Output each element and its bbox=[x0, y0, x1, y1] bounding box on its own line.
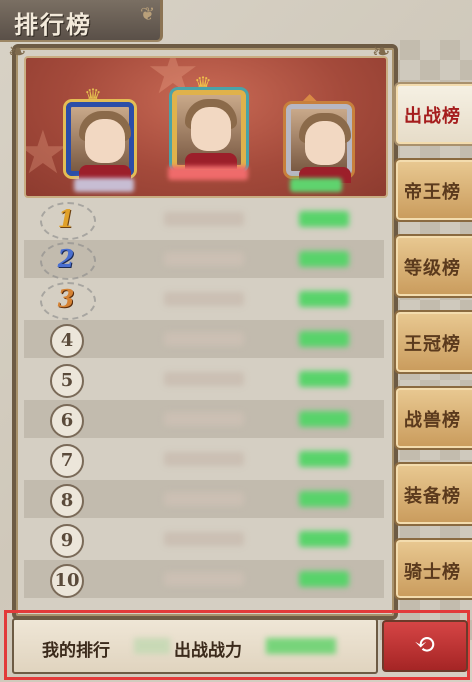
power-redacted bbox=[299, 291, 349, 307]
player-name-redacted bbox=[164, 452, 244, 466]
table-row[interactable]: 2 bbox=[24, 240, 384, 280]
table-row[interactable]: 1 bbox=[24, 200, 384, 240]
ranking-screen: 排行榜 ❦ ❧ ❧ ★ ★ ★ ♛ ♛ ◆ bbox=[0, 0, 472, 682]
gold-rank-medal: 1 bbox=[57, 204, 75, 233]
rank-number: 4 bbox=[50, 324, 84, 358]
rank-number: 5 bbox=[50, 364, 84, 398]
tab-label: 帝王榜 bbox=[404, 182, 461, 203]
power-redacted bbox=[299, 251, 349, 267]
power-redacted bbox=[299, 331, 349, 347]
tab-knight-ranking[interactable]: 骑士榜 bbox=[394, 538, 472, 600]
tab-label: 王冠榜 bbox=[404, 334, 461, 355]
power-redacted bbox=[299, 371, 349, 387]
silver-rank-medal: 2 bbox=[57, 244, 75, 273]
player-name-redacted bbox=[164, 252, 244, 266]
rank-number: 6 bbox=[50, 404, 84, 438]
star-decoration-icon: ★ bbox=[26, 118, 70, 188]
table-row[interactable]: 4 bbox=[24, 320, 384, 358]
power-redacted bbox=[299, 411, 349, 427]
rank-number: 8 bbox=[50, 484, 84, 518]
back-arrow-icon: ⟲ bbox=[414, 630, 436, 660]
page-title: 排行榜 bbox=[14, 10, 92, 39]
table-row[interactable]: 3 bbox=[24, 280, 384, 320]
player-name-redacted bbox=[164, 412, 244, 426]
rank-number: 7 bbox=[50, 444, 84, 478]
ornament-icon: ❦ bbox=[140, 4, 156, 25]
player-name-redacted bbox=[164, 292, 244, 306]
rank-number: 9 bbox=[50, 524, 84, 558]
face bbox=[85, 119, 125, 163]
power-redacted bbox=[299, 211, 349, 227]
tab-label: 等级榜 bbox=[404, 258, 461, 279]
rank-number: 10 bbox=[50, 564, 84, 598]
tab-emperor-ranking[interactable]: 帝王榜 bbox=[394, 158, 472, 222]
player-name-redacted bbox=[164, 532, 244, 546]
table-row[interactable]: 9 bbox=[24, 520, 384, 558]
power-redacted bbox=[299, 571, 349, 587]
my-rank-value-redacted bbox=[134, 638, 170, 654]
tab-beast-ranking[interactable]: 战兽榜 bbox=[394, 386, 472, 450]
rank-1-portrait[interactable] bbox=[172, 90, 246, 170]
tab-equipment-ranking[interactable]: 装备榜 bbox=[394, 462, 472, 526]
rank-3-portrait[interactable] bbox=[286, 104, 352, 183]
power-redacted bbox=[299, 531, 349, 547]
rank-2-portrait[interactable] bbox=[66, 102, 134, 181]
table-row[interactable]: 5 bbox=[24, 360, 384, 398]
table-row[interactable]: 10 bbox=[24, 560, 384, 598]
player-name-redacted bbox=[164, 332, 244, 346]
player-name-redacted bbox=[164, 572, 244, 586]
tab-label: 战兽榜 bbox=[404, 410, 461, 431]
tab-battle-ranking[interactable]: 出战榜 bbox=[394, 82, 472, 146]
power-redacted bbox=[299, 451, 349, 467]
title-plaque: 排行榜 ❦ bbox=[0, 0, 163, 42]
rank-1-name-redacted bbox=[168, 166, 248, 180]
table-row[interactable]: 6 bbox=[24, 400, 384, 438]
ranking-list: 1 2 3 4 5 6 7 8 9 10 bbox=[24, 200, 384, 602]
power-redacted bbox=[299, 491, 349, 507]
tab-label: 骑士榜 bbox=[404, 562, 461, 583]
player-name-redacted bbox=[164, 372, 244, 386]
face bbox=[305, 121, 345, 165]
power-label: 出战战力 bbox=[174, 641, 242, 661]
face bbox=[191, 107, 231, 151]
player-name-redacted bbox=[164, 212, 244, 226]
power-value-redacted bbox=[266, 638, 336, 654]
tab-label: 出战榜 bbox=[404, 106, 461, 127]
my-rank-label: 我的排行 bbox=[42, 641, 110, 661]
tab-crown-ranking[interactable]: 王冠榜 bbox=[394, 310, 472, 374]
player-name-redacted bbox=[164, 492, 244, 506]
back-button[interactable]: ⟲ bbox=[382, 620, 468, 672]
bronze-rank-medal: 3 bbox=[57, 284, 75, 313]
tab-level-ranking[interactable]: 等级榜 bbox=[394, 234, 472, 298]
top-three-podium: ★ ★ ★ ♛ ♛ ◆ bbox=[24, 56, 388, 198]
tab-label: 装备榜 bbox=[404, 486, 461, 507]
table-row[interactable]: 8 bbox=[24, 480, 384, 518]
my-ranking-bar: 我的排行 出战战力 bbox=[12, 618, 378, 674]
rank-2-name-redacted bbox=[74, 178, 134, 192]
rank-3-power-redacted bbox=[290, 178, 342, 192]
table-row[interactable]: 7 bbox=[24, 440, 384, 478]
